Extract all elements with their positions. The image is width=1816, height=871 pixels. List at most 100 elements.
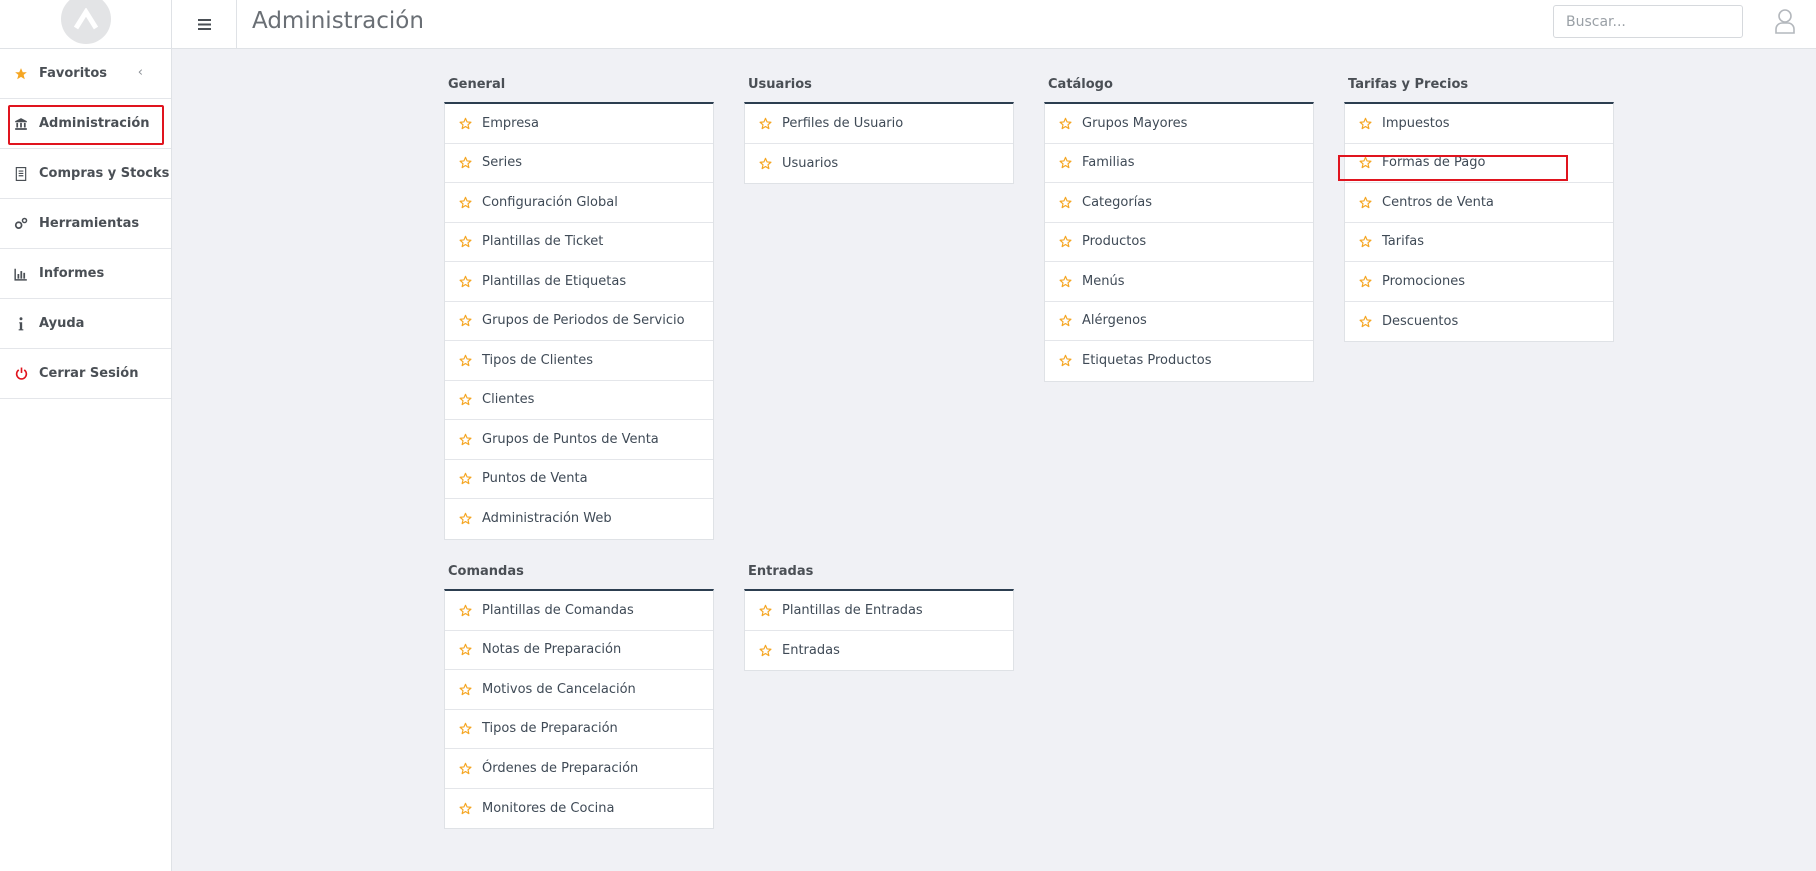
list-item[interactable]: Configuración Global bbox=[445, 183, 713, 223]
list-item[interactable]: Motivos de Cancelación bbox=[445, 670, 713, 710]
star-outline-icon[interactable] bbox=[1359, 235, 1372, 248]
list-item[interactable]: Usuarios bbox=[745, 144, 1013, 184]
sidebar-item-label: Cerrar Sesión bbox=[39, 366, 139, 381]
list-item[interactable]: Familias bbox=[1045, 144, 1313, 183]
list-item[interactable]: Grupos Mayores bbox=[1045, 104, 1313, 144]
menu-toggle-button[interactable] bbox=[172, 0, 237, 49]
sidebar-item-informes[interactable]: Informes bbox=[0, 249, 171, 299]
sidebar-item-herramientas[interactable]: Herramientas bbox=[0, 199, 171, 249]
list-item[interactable]: Plantillas de Etiquetas bbox=[445, 262, 713, 302]
list-item[interactable]: Administración Web bbox=[445, 499, 713, 539]
section-list: Plantillas de Comandas Notas de Preparaci… bbox=[444, 589, 714, 829]
sidebar-item-compras-stocks[interactable]: Compras y Stocks bbox=[0, 149, 171, 199]
star-outline-icon[interactable] bbox=[1359, 315, 1372, 328]
app-logo[interactable] bbox=[60, 0, 111, 44]
list-item[interactable]: Órdenes de Preparación bbox=[445, 749, 713, 789]
list-item[interactable]: Tarifas bbox=[1345, 223, 1613, 262]
star-outline-icon[interactable] bbox=[459, 433, 472, 446]
star-outline-icon[interactable] bbox=[459, 196, 472, 209]
list-item[interactable]: Productos bbox=[1045, 223, 1313, 262]
star-outline-icon[interactable] bbox=[459, 604, 472, 617]
star-outline-icon[interactable] bbox=[459, 802, 472, 815]
sidebar-item-favoritos[interactable]: Favoritos ‹ bbox=[0, 49, 171, 99]
star-outline-icon[interactable] bbox=[1059, 156, 1072, 169]
star-outline-icon[interactable] bbox=[1359, 275, 1372, 288]
power-icon bbox=[14, 367, 28, 381]
list-item[interactable]: Clientes bbox=[445, 381, 713, 420]
list-item[interactable]: Plantillas de Comandas bbox=[445, 591, 713, 631]
list-item[interactable]: Tipos de Clientes bbox=[445, 341, 713, 381]
list-item-label: Motivos de Cancelación bbox=[482, 681, 636, 697]
list-item[interactable]: Promociones bbox=[1345, 262, 1613, 302]
list-item-label: Plantillas de Etiquetas bbox=[482, 273, 627, 289]
list-item[interactable]: Empresa bbox=[445, 104, 713, 144]
section-list: Empresa Series Configuración Global Plantil… bbox=[444, 102, 714, 540]
star-outline-icon[interactable] bbox=[759, 117, 772, 130]
user-icon[interactable] bbox=[1774, 8, 1796, 38]
star-outline-icon[interactable] bbox=[459, 275, 472, 288]
list-item[interactable]: Formas de Pago bbox=[1345, 144, 1613, 183]
list-item-label: Tipos de Preparación bbox=[482, 721, 618, 737]
list-item[interactable]: Grupos de Periodos de Servicio bbox=[445, 302, 713, 341]
list-item[interactable]: Alérgenos bbox=[1045, 302, 1313, 341]
section-title: General bbox=[448, 77, 506, 92]
sidebar-item-administracion[interactable]: Administración bbox=[0, 99, 171, 149]
list-item[interactable]: Impuestos bbox=[1345, 104, 1613, 144]
list-item[interactable]: Series bbox=[445, 144, 713, 183]
list-item[interactable]: Tipos de Preparación bbox=[445, 710, 713, 749]
document-icon bbox=[14, 166, 28, 181]
star-outline-icon[interactable] bbox=[1059, 275, 1072, 288]
star-outline-icon[interactable] bbox=[1359, 196, 1372, 209]
bank-icon bbox=[14, 117, 28, 131]
star-outline-icon[interactable] bbox=[459, 117, 472, 130]
star-outline-icon[interactable] bbox=[1059, 235, 1072, 248]
star-outline-icon[interactable] bbox=[759, 604, 772, 617]
list-item[interactable]: Puntos de Venta bbox=[445, 460, 713, 499]
star-outline-icon[interactable] bbox=[1359, 156, 1372, 169]
list-item[interactable]: Monitores de Cocina bbox=[445, 789, 713, 829]
list-item[interactable]: Centros de Venta bbox=[1345, 183, 1613, 223]
chevron-left-icon[interactable]: ‹ bbox=[138, 65, 143, 80]
star-outline-icon[interactable] bbox=[459, 156, 472, 169]
list-item[interactable]: Grupos de Puntos de Venta bbox=[445, 420, 713, 460]
star-outline-icon[interactable] bbox=[459, 314, 472, 327]
star-outline-icon[interactable] bbox=[1059, 354, 1072, 367]
section-list: Perfiles de Usuario Usuarios bbox=[744, 102, 1014, 184]
star-outline-icon[interactable] bbox=[1059, 117, 1072, 130]
sidebar-item-cerrar-sesion[interactable]: Cerrar Sesión bbox=[0, 349, 171, 399]
list-item-label: Grupos Mayores bbox=[1082, 115, 1188, 131]
star-outline-icon[interactable] bbox=[1359, 117, 1372, 130]
list-item[interactable]: Entradas bbox=[745, 631, 1013, 671]
star-outline-icon[interactable] bbox=[759, 157, 772, 170]
star-outline-icon[interactable] bbox=[759, 644, 772, 657]
list-item[interactable]: Plantillas de Ticket bbox=[445, 223, 713, 262]
sidebar-item-ayuda[interactable]: Ayuda bbox=[0, 299, 171, 349]
list-item-label: Plantillas de Entradas bbox=[782, 602, 923, 618]
list-item-label: Grupos de Puntos de Venta bbox=[482, 431, 659, 447]
star-outline-icon[interactable] bbox=[459, 722, 472, 735]
list-item[interactable]: Plantillas de Entradas bbox=[745, 591, 1013, 631]
top-header: Administración bbox=[172, 0, 1816, 49]
list-item-label: Configuración Global bbox=[482, 194, 618, 210]
list-item[interactable]: Menús bbox=[1045, 262, 1313, 302]
star-outline-icon[interactable] bbox=[459, 762, 472, 775]
star-outline-icon[interactable] bbox=[459, 472, 472, 485]
sidebar-item-label: Informes bbox=[39, 266, 105, 281]
list-item-label: Órdenes de Preparación bbox=[482, 760, 639, 776]
search-input[interactable] bbox=[1553, 5, 1743, 38]
list-item[interactable]: Etiquetas Productos bbox=[1045, 341, 1313, 381]
star-outline-icon[interactable] bbox=[459, 512, 472, 525]
star-outline-icon[interactable] bbox=[459, 354, 472, 367]
star-outline-icon[interactable] bbox=[459, 643, 472, 656]
star-outline-icon[interactable] bbox=[459, 393, 472, 406]
star-outline-icon[interactable] bbox=[1059, 196, 1072, 209]
star-outline-icon[interactable] bbox=[459, 235, 472, 248]
list-item-label: Centros de Venta bbox=[1382, 194, 1494, 210]
sidebar-item-label: Herramientas bbox=[39, 216, 140, 231]
list-item[interactable]: Categorías bbox=[1045, 183, 1313, 223]
list-item[interactable]: Descuentos bbox=[1345, 302, 1613, 342]
list-item[interactable]: Perfiles de Usuario bbox=[745, 104, 1013, 144]
star-outline-icon[interactable] bbox=[459, 683, 472, 696]
list-item[interactable]: Notas de Preparación bbox=[445, 631, 713, 670]
star-outline-icon[interactable] bbox=[1059, 314, 1072, 327]
